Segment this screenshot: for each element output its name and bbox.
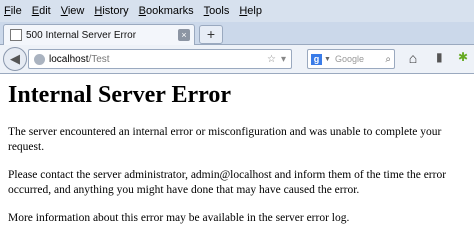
- google-icon[interactable]: g: [311, 53, 322, 65]
- search-bar[interactable]: g ▼ Google ⌕: [307, 49, 395, 69]
- globe-icon: [34, 53, 45, 65]
- new-tab-button[interactable]: +: [199, 25, 223, 44]
- close-icon[interactable]: ×: [178, 29, 190, 41]
- menu-bar: File Edit View History Bookmarks Tools H…: [0, 0, 474, 22]
- menu-tools[interactable]: Tools: [204, 5, 230, 17]
- menu-view[interactable]: View: [61, 5, 85, 17]
- error-paragraph-3: More information about this error may be…: [8, 212, 350, 224]
- url-host: localhost: [49, 53, 89, 65]
- engine-dropdown-icon[interactable]: ▼: [324, 56, 331, 63]
- page-content: Internal Server Error The server encount…: [0, 74, 474, 248]
- page-icon: [10, 29, 22, 41]
- url-bar[interactable]: localhost /Test ☆ ▾: [28, 49, 292, 69]
- dropdown-arrow-icon[interactable]: ▾: [281, 54, 286, 65]
- menu-history[interactable]: History: [94, 5, 128, 17]
- home-button[interactable]: ⌂: [404, 49, 422, 67]
- firebug-icon[interactable]: ✱: [458, 50, 472, 66]
- back-button[interactable]: ◀: [3, 47, 27, 71]
- search-placeholder: Google: [334, 54, 364, 64]
- menu-bookmarks[interactable]: Bookmarks: [139, 5, 194, 17]
- error-paragraph-2: Please contact the server administrator,…: [8, 169, 447, 196]
- tab-strip: 500 Internal Server Error × +: [0, 22, 474, 45]
- url-path: /Test: [88, 53, 110, 65]
- error-paragraph-1: The server encountered an internal error…: [8, 126, 442, 153]
- tab-title: 500 Internal Server Error: [26, 29, 137, 41]
- menu-edit[interactable]: Edit: [32, 5, 51, 17]
- navigation-toolbar: ◀ localhost /Test ☆ ▾ g ▼ Google ⌕ ⌂ ▮ ✱: [0, 45, 474, 74]
- menu-help[interactable]: Help: [239, 5, 262, 17]
- tab-active[interactable]: 500 Internal Server Error ×: [3, 24, 195, 45]
- bookmark-star-icon[interactable]: ☆: [267, 54, 276, 65]
- menu-file[interactable]: File: [4, 5, 22, 17]
- search-icon[interactable]: ⌕: [385, 54, 391, 65]
- page-title: Internal Server Error: [8, 82, 232, 108]
- extension-icon[interactable]: ▮: [436, 50, 448, 66]
